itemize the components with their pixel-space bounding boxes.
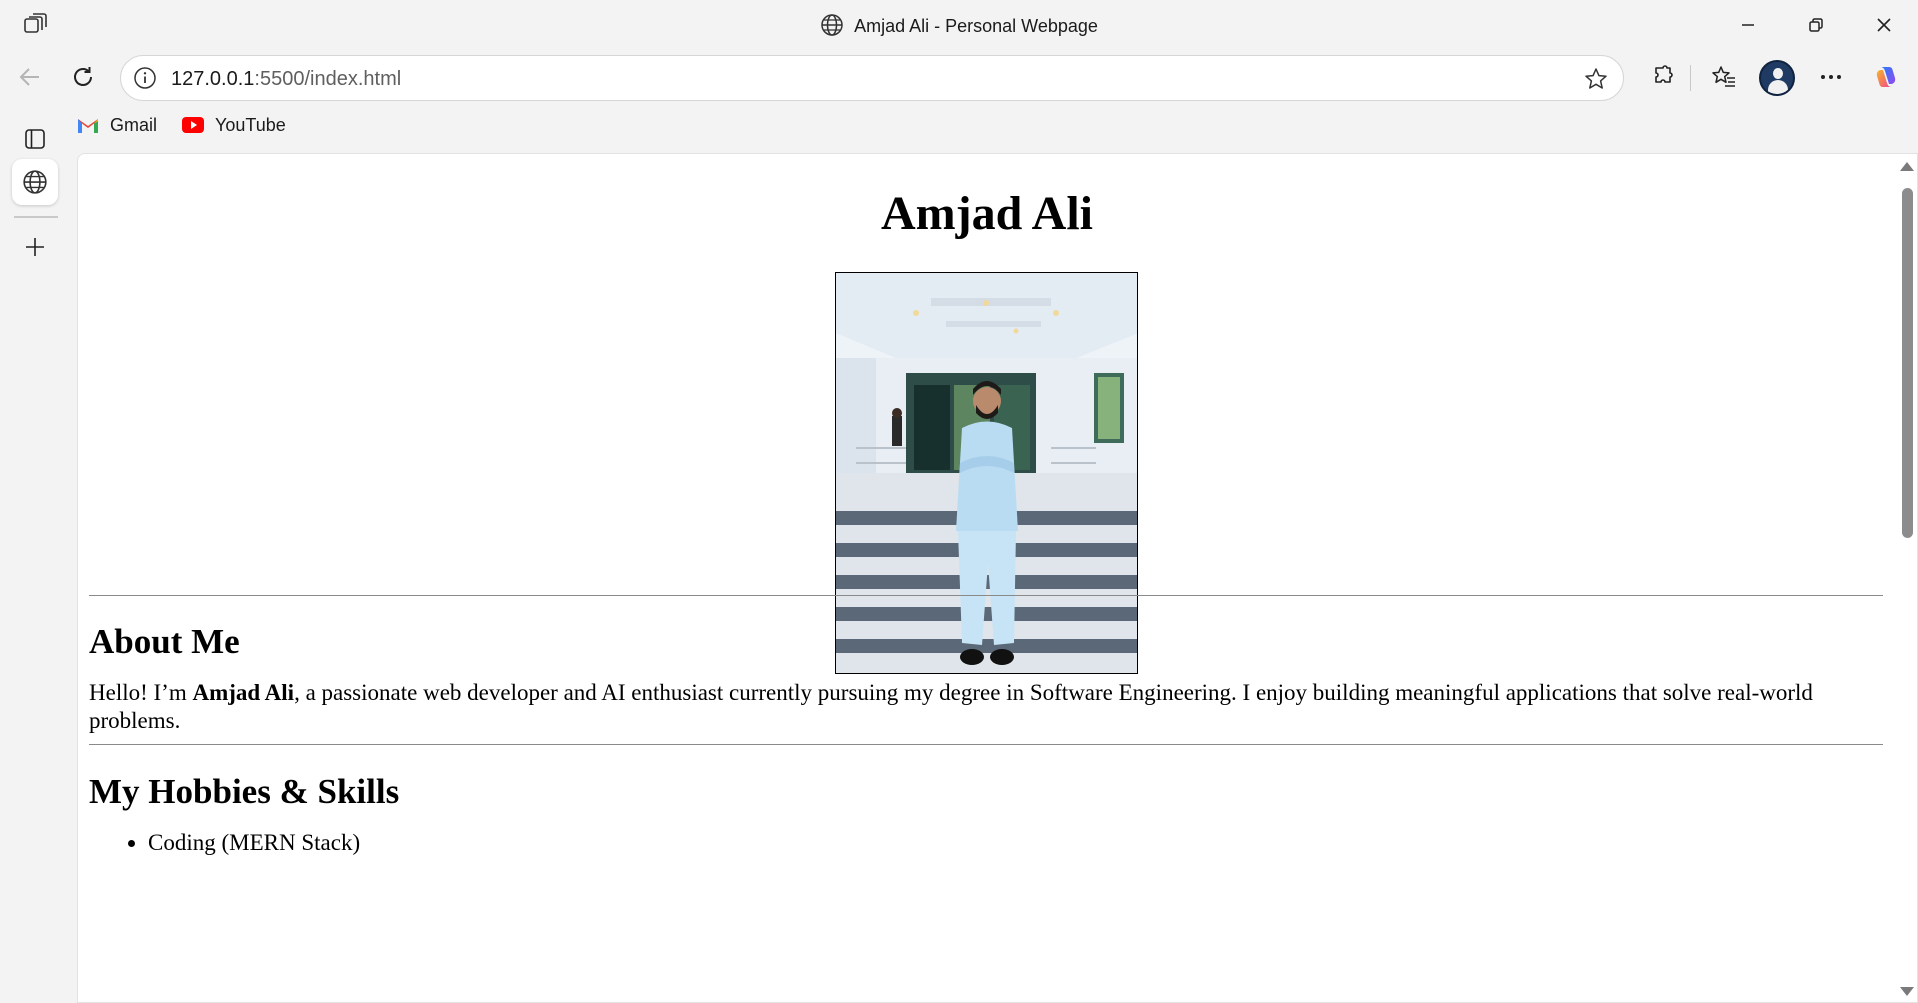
site-info-icon[interactable] [133,66,157,90]
extensions-button[interactable] [1647,61,1679,93]
new-tab-button[interactable] [12,224,58,270]
profile-photo [835,272,1138,674]
title-bar: Amjad Ali - Personal Webpage [0,0,1918,49]
tab-strip-divider [14,216,58,218]
address-bar[interactable]: 127.0.0.1:5500/index.html [120,55,1624,101]
horizontal-rule [89,744,1883,745]
vertical-tab-strip [0,106,72,1003]
scroll-down-arrow-icon[interactable] [1900,987,1914,996]
scroll-up-arrow-icon[interactable] [1900,162,1914,171]
bookmark-youtube[interactable]: YouTube [181,115,286,136]
url-text[interactable]: 127.0.0.1:5500/index.html [171,68,401,91]
toolbar-divider [1690,65,1691,91]
copilot-icon [1876,67,1896,87]
back-arrow-icon [19,68,39,86]
webpage-content: Amjad Ali About Me Hello! I’m Amjad Ali,… [78,154,1896,1002]
about-heading: About Me [89,622,240,661]
about-paragraph: Hello! I’m Amjad Ali, a passionate web d… [89,679,1879,735]
avatar-head [1773,68,1783,79]
globe-icon [23,170,47,194]
url-path: :5500/index.html [254,68,402,90]
more-options-button[interactable] [1815,61,1847,93]
minimize-icon [1742,23,1754,26]
about-intro-rest: , a passionate web developer and AI enth… [89,680,1813,733]
profile-photo-image [836,273,1137,673]
hobbies-list: Coding (MERN Stack) [148,830,360,856]
scrollbar-thumb[interactable] [1902,188,1913,538]
minimize-button[interactable] [1714,0,1782,49]
list-item: Coding (MERN Stack) [148,830,360,856]
plus-icon [26,238,44,256]
youtube-icon [182,117,205,133]
globe-icon [820,13,844,37]
gmail-icon [78,119,98,133]
tab-actions-icon [25,129,45,149]
close-icon [1877,17,1891,32]
close-button[interactable] [1850,0,1918,49]
favorites-button[interactable] [1708,61,1740,93]
window-title: Amjad Ali - Personal Webpage [0,13,1918,37]
restore-button[interactable] [1782,0,1850,49]
browser-toolbar: 127.0.0.1:5500/index.html [0,49,1918,106]
bookmarks-bar: Gmail YouTube [76,110,286,140]
tab-personal-webpage[interactable] [12,159,58,205]
horizontal-rule [89,595,1883,596]
restore-icon [1809,17,1823,32]
copilot-button[interactable] [1870,61,1902,93]
page-viewport: Amjad Ali About Me Hello! I’m Amjad Ali,… [77,153,1918,1003]
refresh-button[interactable] [64,58,102,96]
refresh-icon [74,67,92,86]
tab-actions-button[interactable] [12,116,58,162]
more-dots-icon [1821,75,1841,79]
favorites-icon [1712,66,1735,87]
bookmark-youtube-label: YouTube [215,114,286,135]
profile-avatar[interactable] [1759,60,1795,96]
vertical-scrollbar[interactable] [1895,154,1917,1002]
favorite-star-icon[interactable] [1583,66,1609,92]
bookmark-gmail-label: Gmail [110,114,158,135]
window-title-text: Amjad Ali - Personal Webpage [854,16,1098,36]
about-intro-start: Hello! I’m [89,680,193,705]
bookmark-gmail[interactable]: Gmail [76,115,157,136]
about-name: Amjad Ali [192,680,295,705]
page-title: Amjad Ali [880,187,1093,240]
extensions-icon [1655,65,1673,83]
hobbies-heading: My Hobbies & Skills [89,772,400,811]
back-button[interactable] [11,58,49,96]
url-host: 127.0.0.1 [171,68,255,90]
avatar-body [1768,80,1788,94]
